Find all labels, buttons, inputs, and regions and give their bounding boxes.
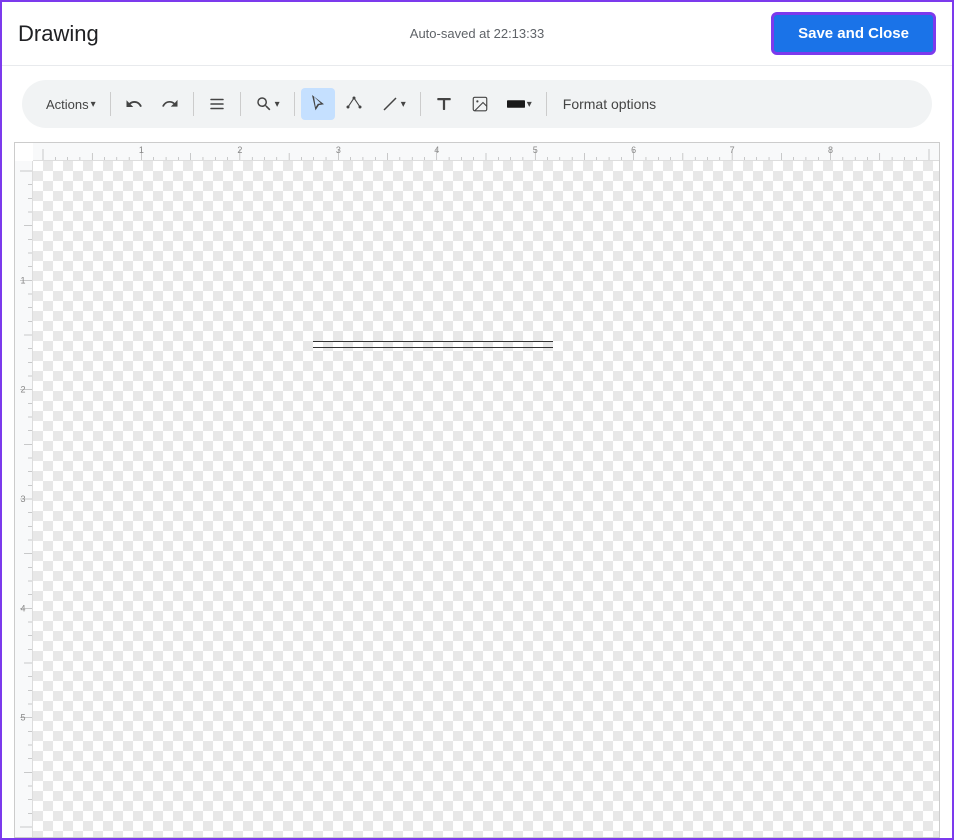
toolbar: Actions ▾ ▾ <box>22 80 932 128</box>
svg-text:3: 3 <box>20 494 25 504</box>
zoom-chevron-icon: ▾ <box>275 99 280 110</box>
divider-1 <box>110 92 111 116</box>
actions-label: Actions <box>46 97 89 112</box>
save-close-button[interactable]: Save and Close <box>771 12 936 55</box>
cursor-icon <box>309 95 327 113</box>
app-title: Drawing <box>18 21 99 47</box>
text-button[interactable] <box>427 88 461 120</box>
ruler-left: 1 2 3 4 5 <box>15 161 33 837</box>
undo-icon <box>125 95 143 113</box>
svg-text:8: 8 <box>828 145 833 155</box>
ruler-left-svg: 1 2 3 4 5 <box>15 161 32 837</box>
header: Drawing Auto-saved at 22:13:33 Save and … <box>2 2 952 66</box>
redo-button[interactable] <box>153 88 187 120</box>
svg-text:4: 4 <box>434 145 439 155</box>
svg-text:5: 5 <box>20 713 25 723</box>
svg-text:3: 3 <box>336 145 341 155</box>
format-options-button[interactable]: Format options <box>553 91 666 117</box>
line-button[interactable]: ▾ <box>373 88 414 120</box>
color-chevron-icon: ▾ <box>527 99 532 110</box>
actions-chevron-icon: ▾ <box>91 99 96 110</box>
svg-text:1: 1 <box>20 275 25 285</box>
divider-3 <box>240 92 241 116</box>
color-icon <box>507 99 525 109</box>
svg-text:7: 7 <box>730 145 735 155</box>
image-icon <box>471 95 489 113</box>
select-menu-button[interactable] <box>200 88 234 120</box>
polyline-icon <box>345 95 363 113</box>
shape-button[interactable] <box>337 88 371 120</box>
svg-text:2: 2 <box>20 385 25 395</box>
redo-icon <box>161 95 179 113</box>
color-button[interactable]: ▾ <box>499 88 540 120</box>
svg-text:6: 6 <box>631 145 636 155</box>
divider-5 <box>420 92 421 116</box>
ruler-top-svg: 1 2 3 4 5 6 7 8 <box>33 143 939 161</box>
actions-button[interactable]: Actions ▾ <box>38 88 104 120</box>
autosave-status: Auto-saved at 22:13:33 <box>410 26 544 41</box>
ruler-top: 1 2 3 4 5 6 7 8 <box>33 143 939 161</box>
drawing-object <box>313 341 553 353</box>
drawing-line-2 <box>313 347 553 348</box>
divider-4 <box>294 92 295 116</box>
toolbar-container: Actions ▾ ▾ <box>2 66 952 142</box>
divider-2 <box>193 92 194 116</box>
line-chevron-icon: ▾ <box>401 99 406 110</box>
image-button[interactable] <box>463 88 497 120</box>
canvas-area[interactable] <box>33 161 939 837</box>
undo-button[interactable] <box>117 88 151 120</box>
zoom-icon <box>255 95 273 113</box>
svg-text:1: 1 <box>139 145 144 155</box>
zoom-button[interactable]: ▾ <box>247 88 288 120</box>
text-icon <box>435 95 453 113</box>
cursor-button[interactable] <box>301 88 335 120</box>
drawing-line-1 <box>313 341 553 342</box>
line-icon <box>381 95 399 113</box>
svg-text:2: 2 <box>237 145 242 155</box>
svg-text:5: 5 <box>533 145 538 155</box>
select-menu-icon <box>208 95 226 113</box>
canvas-wrapper: 1 2 3 4 5 6 7 8 1 2 3 4 5 <box>14 142 940 838</box>
divider-6 <box>546 92 547 116</box>
svg-text:4: 4 <box>20 603 25 613</box>
